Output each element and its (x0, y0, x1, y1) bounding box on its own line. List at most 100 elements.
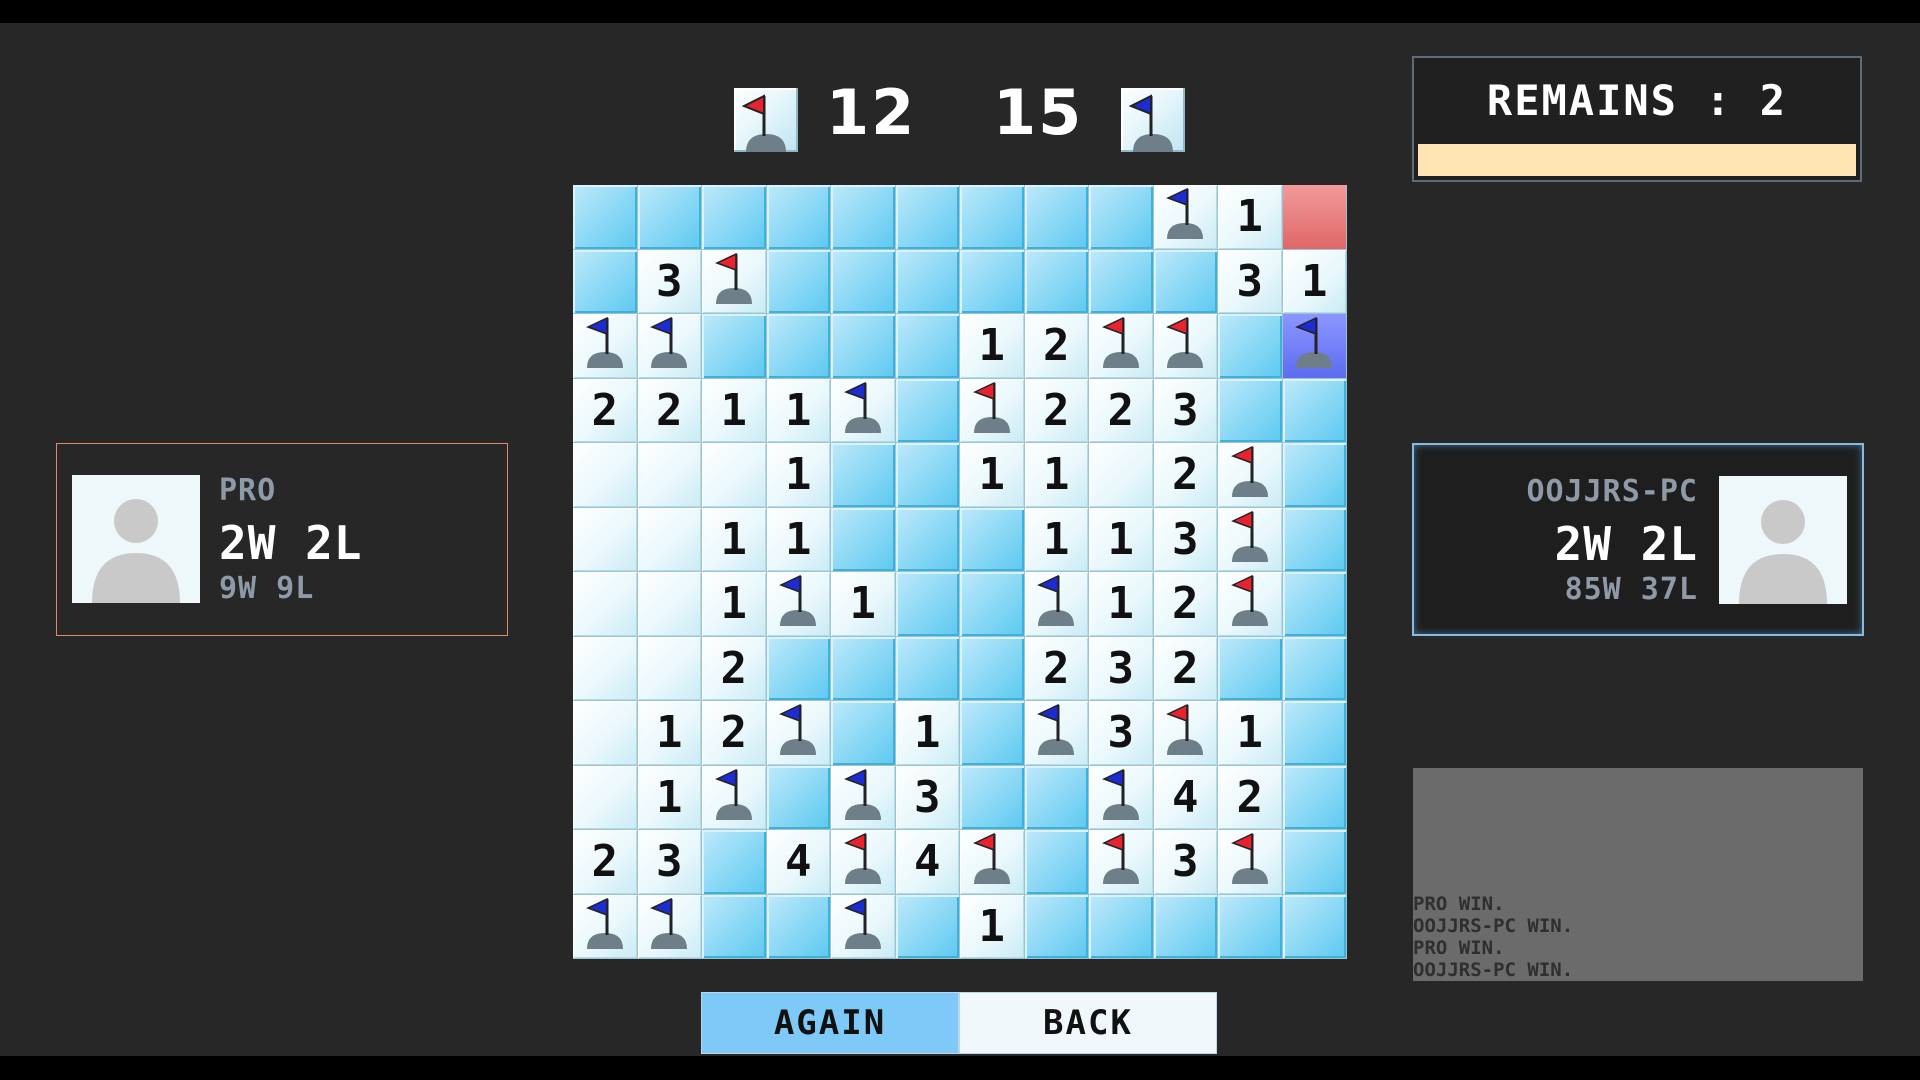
number-cell[interactable]: 2 (1153, 572, 1218, 637)
last-move-cell-red[interactable] (1282, 185, 1347, 250)
blue-flag-cell[interactable] (831, 894, 896, 959)
hidden-cell[interactable] (1024, 249, 1089, 314)
hidden-cell[interactable] (1218, 636, 1283, 701)
number-cell[interactable]: 1 (895, 701, 960, 766)
hidden-cell[interactable] (960, 507, 1025, 572)
hidden-cell[interactable] (637, 185, 702, 250)
number-cell[interactable]: 2 (702, 636, 767, 701)
hidden-cell[interactable] (766, 894, 831, 959)
hidden-cell[interactable] (960, 572, 1025, 637)
red-flag-cell[interactable] (1089, 830, 1154, 895)
red-flag-cell[interactable] (702, 249, 767, 314)
hidden-cell[interactable] (766, 765, 831, 830)
empty-cell[interactable] (573, 701, 638, 766)
red-flag-cell[interactable] (960, 830, 1025, 895)
hidden-cell[interactable] (895, 443, 960, 508)
number-cell[interactable]: 2 (637, 378, 702, 443)
hidden-cell[interactable] (702, 894, 767, 959)
red-flag-cell[interactable] (1089, 314, 1154, 379)
number-cell[interactable]: 1 (702, 572, 767, 637)
hidden-cell[interactable] (895, 894, 960, 959)
hidden-cell[interactable] (960, 636, 1025, 701)
hidden-cell[interactable] (1282, 701, 1347, 766)
number-cell[interactable]: 1 (766, 443, 831, 508)
hidden-cell[interactable] (1282, 765, 1347, 830)
hidden-cell[interactable] (702, 830, 767, 895)
hidden-cell[interactable] (895, 636, 960, 701)
number-cell[interactable]: 4 (1153, 765, 1218, 830)
number-cell[interactable]: 1 (960, 894, 1025, 959)
number-cell[interactable]: 2 (573, 830, 638, 895)
number-cell[interactable]: 1 (1024, 443, 1089, 508)
number-cell[interactable]: 1 (1282, 249, 1347, 314)
hidden-cell[interactable] (1282, 378, 1347, 443)
hidden-cell[interactable] (1218, 314, 1283, 379)
hidden-cell[interactable] (1089, 249, 1154, 314)
empty-cell[interactable] (637, 636, 702, 701)
hidden-cell[interactable] (573, 249, 638, 314)
empty-cell[interactable] (702, 443, 767, 508)
number-cell[interactable]: 3 (637, 830, 702, 895)
hidden-cell[interactable] (831, 185, 896, 250)
hidden-cell[interactable] (1282, 443, 1347, 508)
hidden-cell[interactable] (702, 185, 767, 250)
hidden-cell[interactable] (1282, 572, 1347, 637)
red-flag-cell[interactable] (831, 830, 896, 895)
hidden-cell[interactable] (895, 507, 960, 572)
red-flag-cell[interactable] (1153, 701, 1218, 766)
hidden-cell[interactable] (895, 572, 960, 637)
hidden-cell[interactable] (960, 249, 1025, 314)
hidden-cell[interactable] (831, 443, 896, 508)
blue-flag-cell[interactable] (637, 314, 702, 379)
hidden-cell[interactable] (1282, 894, 1347, 959)
empty-cell[interactable] (1089, 443, 1154, 508)
number-cell[interactable]: 4 (766, 830, 831, 895)
number-cell[interactable]: 1 (1089, 507, 1154, 572)
hidden-cell[interactable] (1024, 830, 1089, 895)
again-button[interactable]: AGAIN (701, 992, 959, 1054)
hidden-cell[interactable] (1153, 894, 1218, 959)
red-flag-cell[interactable] (1218, 507, 1283, 572)
number-cell[interactable]: 1 (960, 314, 1025, 379)
hidden-cell[interactable] (1153, 249, 1218, 314)
number-cell[interactable]: 1 (766, 507, 831, 572)
empty-cell[interactable] (637, 443, 702, 508)
number-cell[interactable]: 3 (1089, 636, 1154, 701)
hidden-cell[interactable] (1024, 894, 1089, 959)
number-cell[interactable]: 2 (1089, 378, 1154, 443)
hidden-cell[interactable] (960, 765, 1025, 830)
empty-cell[interactable] (573, 765, 638, 830)
blue-flag-cell[interactable] (573, 894, 638, 959)
hidden-cell[interactable] (1024, 765, 1089, 830)
hidden-cell[interactable] (1282, 830, 1347, 895)
hidden-cell[interactable] (831, 701, 896, 766)
blue-flag-cell[interactable] (637, 894, 702, 959)
number-cell[interactable]: 4 (895, 830, 960, 895)
number-cell[interactable]: 1 (1024, 507, 1089, 572)
hidden-cell[interactable] (573, 185, 638, 250)
hidden-cell[interactable] (702, 314, 767, 379)
hidden-cell[interactable] (1089, 894, 1154, 959)
hidden-cell[interactable] (1282, 507, 1347, 572)
number-cell[interactable]: 2 (1153, 636, 1218, 701)
hidden-cell[interactable] (1024, 185, 1089, 250)
number-cell[interactable]: 1 (637, 701, 702, 766)
empty-cell[interactable] (637, 507, 702, 572)
hidden-cell[interactable] (766, 249, 831, 314)
blue-flag-cell[interactable] (702, 765, 767, 830)
hidden-cell[interactable] (960, 185, 1025, 250)
number-cell[interactable]: 2 (702, 701, 767, 766)
hidden-cell[interactable] (895, 378, 960, 443)
hidden-cell[interactable] (895, 314, 960, 379)
blue-flag-cell[interactable] (573, 314, 638, 379)
hidden-cell[interactable] (831, 249, 896, 314)
number-cell[interactable]: 1 (637, 765, 702, 830)
number-cell[interactable]: 2 (573, 378, 638, 443)
hidden-cell[interactable] (960, 701, 1025, 766)
number-cell[interactable]: 1 (960, 443, 1025, 508)
red-flag-cell[interactable] (1218, 572, 1283, 637)
blue-flag-cell[interactable] (766, 701, 831, 766)
number-cell[interactable]: 1 (831, 572, 896, 637)
blue-flag-cell[interactable] (1153, 185, 1218, 250)
number-cell[interactable]: 3 (1153, 830, 1218, 895)
